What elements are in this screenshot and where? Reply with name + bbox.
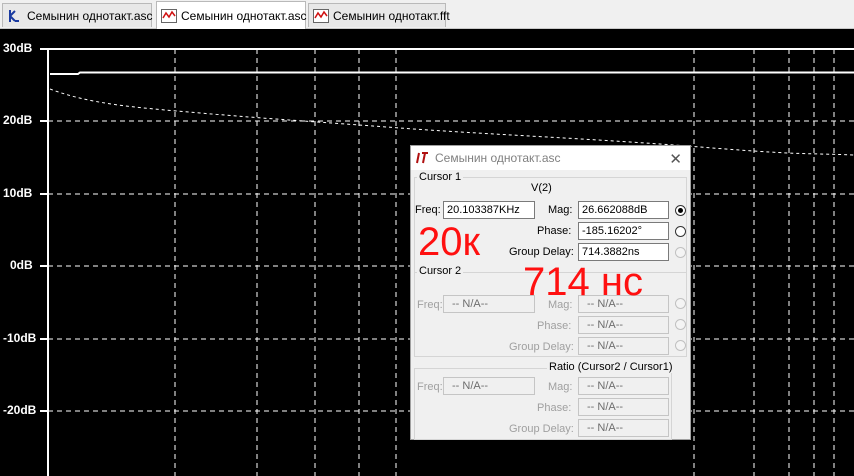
mag-label: Mag:	[548, 204, 573, 216]
ratio-mag-field[interactable]: -- N/A--	[578, 377, 669, 395]
dialog-title: Семынин однотакт.asc	[435, 151, 561, 165]
cursor2-delay-field[interactable]: -- N/A--	[578, 337, 669, 355]
group-delay-label: Group Delay:	[509, 341, 574, 353]
mag-label: Mag:	[548, 381, 573, 393]
trace-name: V(2)	[531, 182, 552, 194]
freq-label: Freq:	[417, 299, 443, 311]
phase-label: Phase:	[537, 402, 572, 414]
phase-label: Phase:	[537, 320, 572, 332]
tab-label: Семынин однотакт.asc	[181, 8, 307, 23]
cursor1-phase-field[interactable]: -185.16202°	[578, 222, 669, 240]
cursor1-mag-field[interactable]: 26.662088dB	[578, 201, 669, 219]
y-axis-label: -20dB	[3, 403, 37, 417]
group-delay-annotation: 714 нс	[523, 260, 643, 304]
cursor1-delay-field[interactable]: 714.3882ns	[578, 243, 669, 261]
cursor1-mag-radio[interactable]	[675, 205, 686, 216]
cursor1-phase-radio[interactable]	[675, 226, 686, 237]
magnitude-trace	[50, 71, 854, 75]
tab-waveform-active[interactable]: Семынин однотакт.asc	[156, 1, 307, 29]
cursor1-delay-radio[interactable]	[675, 247, 686, 258]
cursor2-mag-radio[interactable]	[675, 298, 686, 309]
y-axis-ticks	[40, 48, 48, 412]
y-axis-label: 10dB	[3, 186, 33, 200]
ratio-freq-field[interactable]: -- N/A--	[443, 377, 535, 395]
freq-label: Freq:	[415, 204, 441, 216]
group-delay-label: Group Delay:	[509, 246, 574, 258]
y-axis-label: 20dB	[3, 113, 33, 127]
cursor2-group-label: Cursor 2	[417, 265, 464, 277]
document-tab-bar: Семынин однотакт.asc Семынин однотакт.as…	[0, 0, 854, 29]
cursor2-phase-field[interactable]: -- N/A--	[578, 316, 669, 334]
group-delay-label: Group Delay:	[509, 423, 574, 435]
close-icon[interactable]: ✕	[669, 150, 682, 168]
cursor2-delay-radio[interactable]	[675, 340, 686, 351]
cursor1-group-label: Cursor 1	[417, 171, 464, 183]
tab-fft[interactable]: Семынин однотакт.fft	[308, 3, 450, 27]
tab-label: Семынин однотакт.asc	[27, 8, 153, 23]
y-axis-label: -10dB	[3, 331, 37, 345]
ratio-delay-field[interactable]: -- N/A--	[578, 419, 669, 437]
y-axis-label: 0dB	[10, 258, 33, 272]
cursor2-phase-radio[interactable]	[675, 319, 686, 330]
tab-label: Семынин однотакт.fft	[333, 8, 450, 23]
cursor2-freq-field[interactable]: -- N/A--	[443, 295, 535, 313]
waveform-icon	[313, 8, 329, 24]
cursor1-freq-field[interactable]: 20.103387KHz	[443, 201, 535, 219]
ratio-group-label: Ratio (Cursor2 / Cursor1)	[547, 361, 675, 373]
tab-schematic[interactable]: Семынин однотакт.asc	[2, 3, 153, 27]
app-logo-icon	[416, 152, 430, 164]
ratio-phase-field[interactable]: -- N/A--	[578, 398, 669, 416]
frequency-annotation: 20к	[418, 220, 480, 264]
dialog-titlebar[interactable]: Семынин однотакт.asc ✕	[411, 146, 690, 170]
y-axis-label: 30dB	[3, 41, 33, 55]
freq-label: Freq:	[417, 381, 443, 393]
waveform-icon	[161, 8, 177, 24]
phase-label: Phase:	[537, 225, 572, 237]
schematic-icon	[7, 8, 23, 24]
